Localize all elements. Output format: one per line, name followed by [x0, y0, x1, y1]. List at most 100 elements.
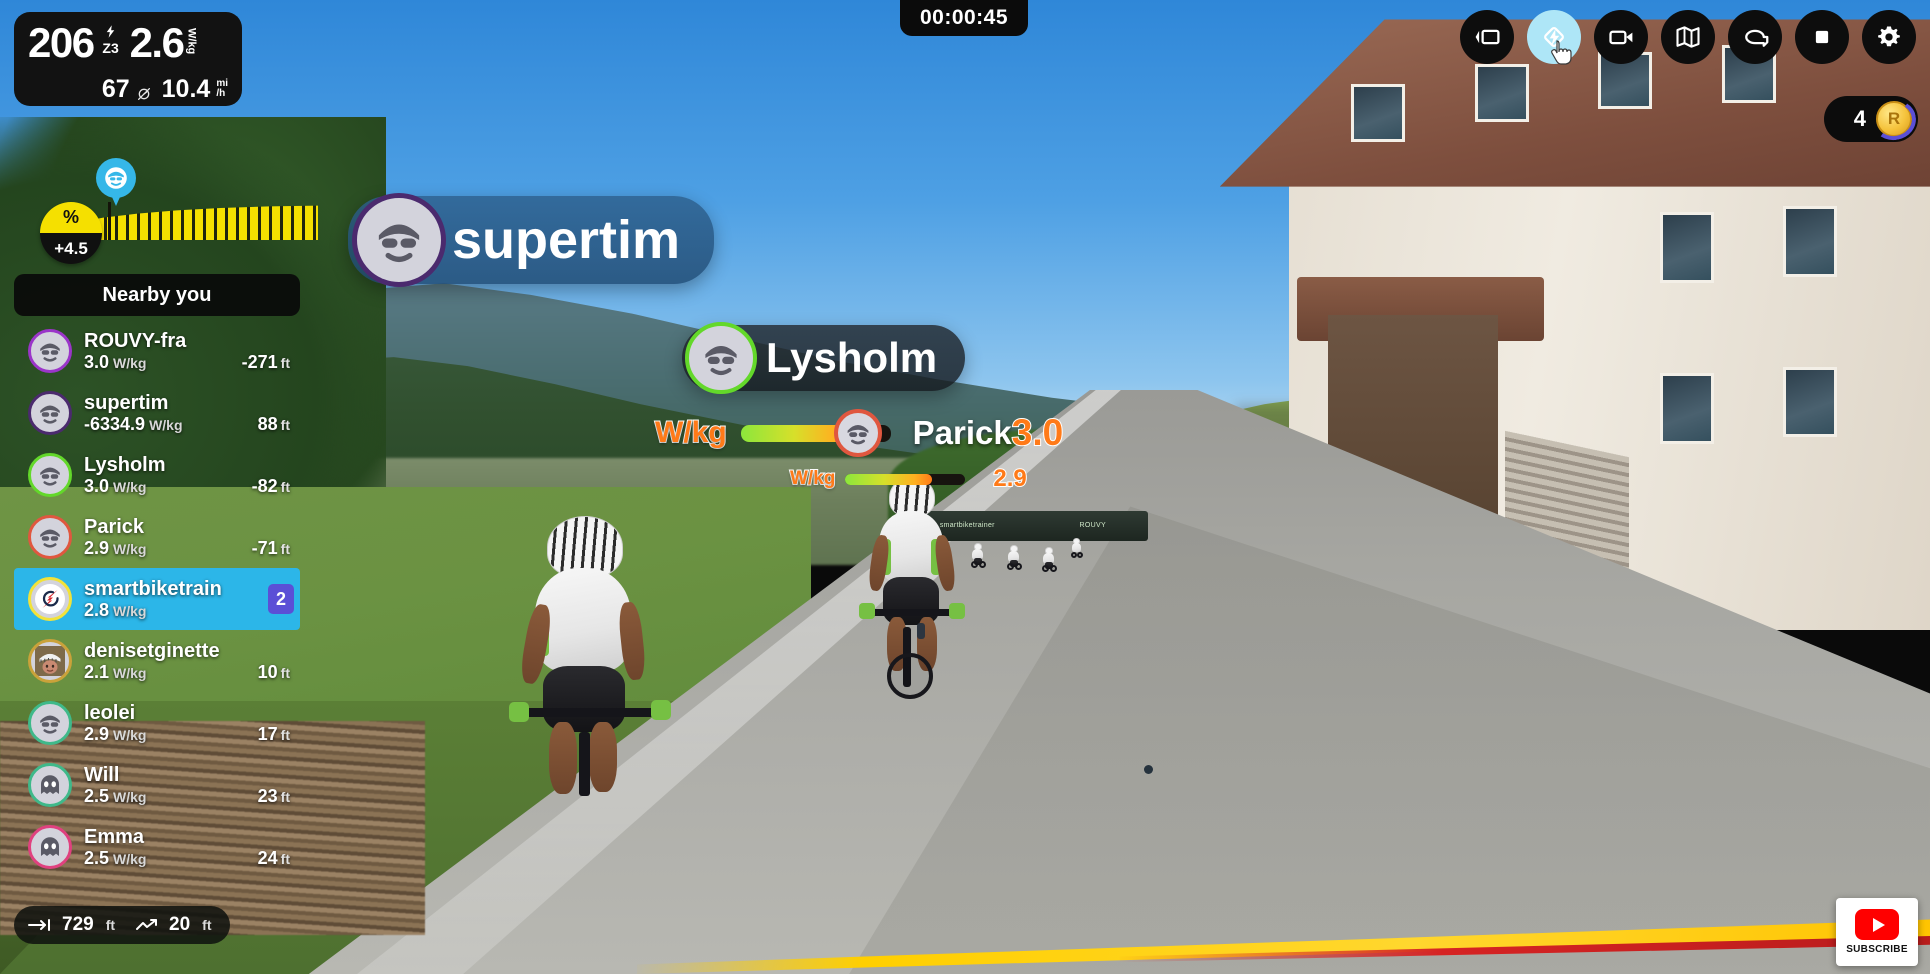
- chat-icon[interactable]: [1728, 10, 1782, 64]
- power-zone-value: Z3: [102, 40, 119, 56]
- house-window: [1659, 373, 1714, 444]
- distance-to-go-icon: [28, 918, 52, 932]
- gradient-value: +4.5: [40, 233, 102, 264]
- rider-name: denisetginette: [84, 639, 220, 662]
- wkg-gauge-rider-name: Parick: [912, 414, 1012, 451]
- elevation-gain-unit: ft: [202, 917, 212, 933]
- rider-name: Lysholm: [84, 453, 166, 476]
- wkg-gauge-track: [740, 409, 891, 457]
- distance-to-go-unit: ft: [105, 917, 116, 933]
- metrics-panel[interactable]: 206 Z3 2.6 W/kg 67 10.4 mi /h: [14, 12, 242, 106]
- house-window: [1350, 83, 1406, 142]
- cadence-value: 67: [101, 75, 130, 103]
- rider-info: Lysholm 3.0 W/kg -82 ft: [84, 454, 290, 497]
- rider-wkg-unit: W/kg: [113, 540, 147, 557]
- rider-row-parick[interactable]: Parick 2.9 W/kg -71 ft: [14, 506, 300, 568]
- rider-position-pin-icon: [96, 158, 136, 210]
- power-up-icon[interactable]: [1527, 10, 1581, 65]
- power-zone-group: Z3: [98, 24, 124, 55]
- distance-elevation-bar: 729 ft 20 ft: [14, 906, 230, 944]
- rider-wkg-unit: W/kg: [149, 416, 183, 433]
- rider-name: supertim: [84, 391, 169, 414]
- rider-name: ROUVY-fra: [84, 329, 187, 352]
- rider-info: ROUVY-fra 3.0 W/kg -271 ft: [84, 330, 290, 373]
- rider-row-emma[interactable]: Emma 2.5 W/kg 24 ft: [14, 816, 300, 878]
- near-rider: [509, 516, 681, 797]
- rider-stats: 2.8 W/kg: [84, 600, 290, 621]
- rider-gap-unit: ft: [280, 354, 290, 371]
- lightning-icon: [103, 24, 118, 39]
- rider-gap-value: -271: [241, 351, 278, 372]
- rider-gap: 24 ft: [258, 848, 290, 869]
- course-banner-right-text: ROUVY: [1079, 522, 1106, 530]
- rider-gap-unit: ft: [280, 416, 290, 433]
- rider-position-badge: 2: [268, 584, 294, 614]
- elevation-gain-value: 20: [169, 914, 191, 935]
- rider-wkg-value: 2.9: [84, 723, 110, 744]
- wkg-gauge-track: [845, 473, 966, 485]
- rider-info: Parick 2.9 W/kg -71 ft: [84, 516, 290, 559]
- rider-wkg-value: 2.5: [84, 785, 110, 806]
- screen-layout-icon[interactable]: [1460, 10, 1514, 64]
- rider-gap: 23 ft: [258, 786, 290, 807]
- rider-row-leolei[interactable]: leolei 2.9 W/kg 17 ft: [14, 692, 300, 754]
- elevation-gain-icon: [135, 918, 159, 932]
- rider-name: Emma: [84, 825, 145, 848]
- rider-wkg-unit: W/kg: [113, 788, 147, 805]
- elevation-profile-widget[interactable]: % +4.5: [22, 158, 318, 264]
- stop-icon[interactable]: [1795, 10, 1849, 64]
- rider-gap-unit: ft: [280, 540, 290, 557]
- distant-rider: [1071, 537, 1084, 560]
- nearby-rider-list[interactable]: ROUVY-fra 3.0 W/kg -271 ft supertim -6334.9 W/k…: [14, 320, 300, 878]
- rider-gap-unit: ft: [280, 478, 290, 495]
- rider-gap-value: 10: [257, 661, 278, 682]
- rider-info: leolei 2.9 W/kg 17 ft: [84, 702, 290, 745]
- map-icon[interactable]: [1661, 10, 1715, 64]
- rouvy-ride-screen: smartbiketrainer ROUVY 206 Z3 2.6 W/kg 6…: [0, 0, 1930, 974]
- rider-row-denisetginette[interactable]: denisetginette 2.1 W/kg 10 ft: [14, 630, 300, 692]
- wkg-gauge-value: 2.9: [992, 464, 1027, 493]
- subscribe-overlay[interactable]: SUBSCRIBE: [1836, 898, 1918, 966]
- nearby-panel-title: Nearby you: [14, 274, 300, 316]
- rider-gap-unit: ft: [280, 788, 290, 805]
- rider-gap: 88 ft: [258, 414, 290, 435]
- rider-gap: 10 ft: [258, 662, 290, 683]
- rider-wkg-value: 2.9: [84, 537, 110, 558]
- rider-row-will[interactable]: Will 2.5 W/kg 23 ft: [14, 754, 300, 816]
- xp-badge[interactable]: 4 R: [1824, 96, 1920, 144]
- face-avatar-icon: [28, 329, 72, 373]
- rider-gap: 17 ft: [258, 724, 290, 745]
- rider-stats: 2.9 W/kg 17 ft: [84, 724, 290, 745]
- rider-stats: 3.0 W/kg -271 ft: [84, 352, 290, 373]
- distant-rider: [1007, 545, 1023, 571]
- rider-gap-unit: ft: [280, 726, 290, 743]
- rider-gap: -71 ft: [252, 538, 290, 559]
- rider-info: Will 2.5 W/kg 23 ft: [84, 764, 290, 807]
- rider-wkg-unit: W/kg: [113, 354, 147, 371]
- rider-wkg-unit: W/kg: [113, 850, 147, 867]
- rider-wkg-value: 3.0: [84, 351, 110, 372]
- rider-row-smartbiketrain[interactable]: smartbiketrain 2.8 W/kg 2: [14, 568, 300, 630]
- video-camera-icon[interactable]: [1594, 10, 1648, 64]
- rider-row-supertim[interactable]: supertim -6334.9 W/kg 88 ft: [14, 382, 300, 444]
- speed-value: 10.4: [161, 75, 211, 103]
- rider-info: supertim -6334.9 W/kg 88 ft: [84, 392, 290, 435]
- rider-gap-value: 17: [257, 723, 278, 744]
- rider-row-rouvy-fra[interactable]: ROUVY-fra 3.0 W/kg -271 ft: [14, 320, 300, 382]
- gear-icon[interactable]: [1862, 10, 1916, 64]
- rider-wkg-value: 3.0: [84, 475, 110, 496]
- youtube-icon: [1855, 909, 1899, 940]
- wkg-gauge-fill: [845, 473, 932, 485]
- distance-to-go-value: 729: [62, 914, 94, 935]
- rider-row-lysholm[interactable]: Lysholm 3.0 W/kg -82 ft: [14, 444, 300, 506]
- wkg-value: 2.6: [129, 19, 185, 66]
- rider-gap-value: -82: [251, 475, 278, 496]
- xp-count: 4: [1853, 106, 1866, 131]
- saddle-bag: [916, 623, 925, 640]
- rider-name: Parick: [84, 515, 145, 538]
- gradient-percent-symbol: %: [40, 202, 102, 233]
- rider-gap-value: 23: [257, 785, 278, 806]
- face-avatar-icon: [28, 701, 72, 745]
- speed-unit-time: /h: [216, 88, 226, 99]
- rider-name: Will: [84, 763, 120, 786]
